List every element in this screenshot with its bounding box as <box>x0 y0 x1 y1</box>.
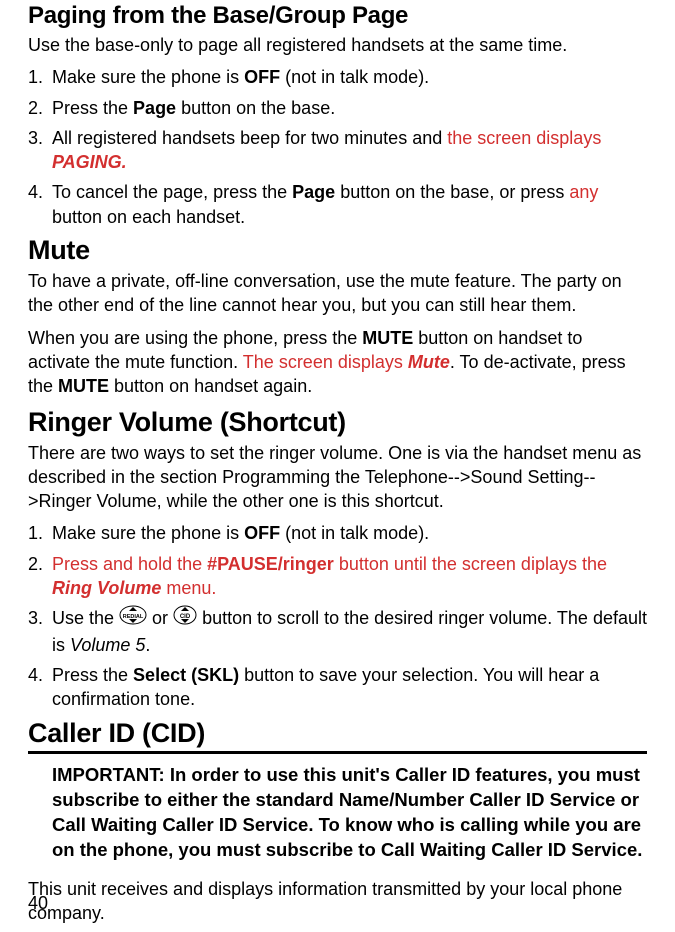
text-red-bolditalic: PAGING. <box>52 152 127 172</box>
text-red: menu. <box>161 578 216 598</box>
paging-steps: Make sure the phone is OFF (not in talk … <box>28 65 647 229</box>
text: (not in talk mode). <box>280 523 429 543</box>
text-red-bolditalic: Ring Volume <box>52 578 161 598</box>
text: Make sure the phone is <box>52 67 244 87</box>
text: Make sure the phone is <box>52 523 244 543</box>
list-item: All registered handsets beep for two min… <box>28 126 647 175</box>
text-bold: Page <box>133 98 176 118</box>
heading-ringer: Ringer Volume (Shortcut) <box>28 407 647 438</box>
cid-p1: This unit receives and displays informat… <box>28 877 647 926</box>
heading-mute: Mute <box>28 235 647 266</box>
paging-intro: Use the base-only to page all registered… <box>28 33 647 57</box>
text: All registered handsets beep for two min… <box>52 128 447 148</box>
list-item: Press and hold the #PAUSE/ringer button … <box>28 552 647 601</box>
text-red: Press and hold the <box>52 554 207 574</box>
text-bold: MUTE <box>58 376 109 396</box>
heading-paging: Paging from the Base/Group Page <box>28 2 647 30</box>
text: button on the base. <box>176 98 335 118</box>
list-item: Make sure the phone is OFF (not in talk … <box>28 521 647 545</box>
text-red: The screen displays <box>243 352 408 372</box>
list-item: Make sure the phone is OFF (not in talk … <box>28 65 647 89</box>
text-italic: Volume 5 <box>70 635 145 655</box>
cid-button-icon: CID <box>173 605 197 631</box>
text: Use the <box>52 608 119 628</box>
text-red: button until the screen diplays the <box>334 554 607 574</box>
text: To cancel the page, press the <box>52 182 292 202</box>
important-text: IMPORTANT: In order to use this unit's C… <box>52 764 642 860</box>
text: When you are using the phone, press the <box>28 328 362 348</box>
heading-cid: Caller ID (CID) <box>28 718 647 754</box>
text-red-bolditalic: Mute <box>408 352 450 372</box>
text-bold: MUTE <box>362 328 413 348</box>
text: . <box>145 635 150 655</box>
mute-p2: When you are using the phone, press the … <box>28 326 647 399</box>
list-item: To cancel the page, press the Page butto… <box>28 180 647 229</box>
text-bold: Page <box>292 182 335 202</box>
page-number: 40 <box>28 893 48 914</box>
text-bold: OFF <box>244 523 280 543</box>
list-item: Press the Page button on the base. <box>28 96 647 120</box>
mute-p1: To have a private, off-line conversation… <box>28 269 647 318</box>
text-bold: OFF <box>244 67 280 87</box>
text: button on handset again. <box>109 376 312 396</box>
text: button on the base, or press <box>335 182 569 202</box>
text: or <box>147 608 173 628</box>
text: Press the <box>52 665 133 685</box>
text-red-bold: #PAUSE/ringer <box>207 554 334 574</box>
text: (not in talk mode). <box>280 67 429 87</box>
list-item: Press the Select (SKL) button to save yo… <box>28 663 647 712</box>
text: Press the <box>52 98 133 118</box>
important-notice: IMPORTANT: In order to use this unit's C… <box>28 757 647 869</box>
list-item: Use the REDIAL or CID button to scroll t… <box>28 606 647 657</box>
ringer-intro: There are two ways to set the ringer vol… <box>28 441 647 514</box>
text-bold: Select (SKL) <box>133 665 239 685</box>
ringer-steps: Make sure the phone is OFF (not in talk … <box>28 521 647 711</box>
text-red: the screen displays <box>447 128 601 148</box>
redial-button-icon: REDIAL <box>119 605 147 631</box>
text: button on each handset. <box>52 207 245 227</box>
text-red: any <box>569 182 598 202</box>
